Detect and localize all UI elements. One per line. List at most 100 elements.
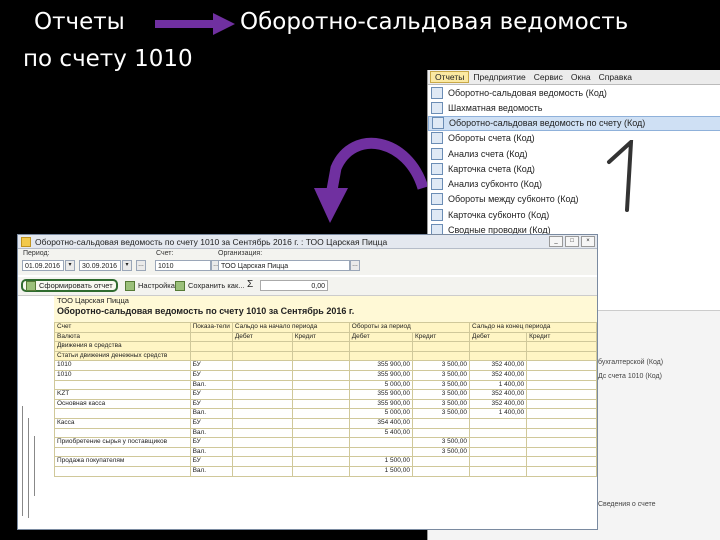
menu-item-subconto-analysis[interactable]: Анализ субконто (Код) — [428, 176, 720, 191]
amount-cell — [526, 369, 597, 381]
close-button[interactable]: × — [581, 236, 595, 247]
amount-cell: 352 400,00 — [469, 369, 528, 381]
menu-item-account-turnover[interactable]: Обороты счета (Код) — [428, 131, 720, 146]
amount-cell: 3 500,00 — [411, 408, 471, 419]
organization-field[interactable]: ТОО Царская Пицца — [218, 260, 350, 271]
table-row[interactable]: Вал. 5 000,00 3 500,00 1 400,00 — [54, 408, 597, 419]
indicator-cell: Вал. — [189, 427, 233, 439]
column-header-credit: Кредит — [411, 331, 471, 343]
period-select-button[interactable]: … — [136, 260, 146, 271]
report-icon — [431, 147, 443, 160]
table-row[interactable]: KZT БУ 355 900,00 3 500,00 352 400,00 — [54, 389, 597, 400]
column-header-closing: Сальдо на конец периода — [469, 322, 597, 333]
amount-cell: 3 500,00 — [411, 446, 471, 458]
table-row[interactable]: Вал. 5 000,00 3 500,00 1 400,00 — [54, 379, 597, 391]
menu-item-label: Анализ субконто (Код) — [448, 179, 542, 190]
table-row[interactable]: Вал. 1 500,00 — [54, 465, 597, 477]
table-row[interactable]: Приобретение сырья у поставщиков БУ 3 500,… — [54, 437, 597, 448]
menu-item-account-card[interactable]: Карточка счета (Код) — [428, 161, 720, 176]
table-row[interactable]: Касса БУ 354 400,00 — [54, 417, 597, 429]
calendar-button[interactable]: ▾ — [65, 260, 75, 271]
menu-tab-windows[interactable]: Окна — [567, 72, 595, 82]
slide-title-account: по счету 1010 — [23, 46, 193, 72]
table-row[interactable]: Основная касса БУ 355 900,00 3 500,00 352 40… — [54, 398, 597, 410]
amount-cell — [526, 408, 597, 419]
organization-select-button[interactable]: … — [350, 260, 360, 271]
account-field[interactable]: 1010 — [155, 260, 211, 271]
menu-item-subconto-card[interactable]: Карточка субконто (Код) — [428, 207, 720, 222]
amount-cell — [231, 389, 293, 400]
amount-cell — [526, 379, 597, 391]
curved-arrow-icon — [314, 137, 429, 223]
report-parameters: Период: 01.09.2016 ▾ 30.09.2016 ▾ … Счет… — [18, 249, 597, 275]
amount-cell — [231, 398, 293, 410]
menu-item-balance-sheet[interactable]: Оборотно-сальдовая ведомость (Код) — [428, 85, 720, 100]
menu-tab-reports[interactable]: Отчеты — [430, 71, 470, 83]
menu-item-label: Оборотно-сальдовая ведомость по счету (К… — [449, 118, 646, 129]
account-cell: Основная касса — [54, 398, 191, 410]
indicator-cell: БУ — [189, 398, 233, 410]
amount-cell — [231, 379, 293, 391]
amount-cell: 5 400,00 — [348, 427, 413, 439]
amount-cell — [291, 360, 350, 371]
amount-cell — [348, 446, 413, 458]
maximize-button[interactable]: □ — [565, 236, 579, 247]
slide-title-report-name: Оборотно-сальдовая ведомость — [240, 9, 629, 35]
column-header-opening: Сальдо на начало периода — [231, 322, 350, 333]
account-cell: Продажа покупателям — [54, 456, 191, 467]
column-header-debit: Дебет — [469, 331, 528, 343]
group-line — [28, 418, 29, 518]
amount-cell — [526, 417, 597, 429]
account-cell — [54, 379, 191, 391]
minimize-button[interactable]: _ — [549, 236, 563, 247]
amount-cell — [469, 465, 528, 477]
amount-cell: 3 500,00 — [411, 379, 471, 391]
menu-item-subconto-turnover[interactable]: Обороты между субконто (Код) — [428, 192, 720, 207]
save-as-button[interactable]: Сохранить как... — [172, 279, 248, 292]
report-rows: 1010 БУ 355 900,00 3 500,00 352 400,00 1010 БУ… — [54, 360, 597, 477]
indicator-cell: БУ — [189, 456, 233, 467]
menu-item-label: Карточка субконто (Код) — [448, 209, 550, 220]
row-label: Статьи движения денежных средств — [54, 350, 191, 362]
menu-tab-service[interactable]: Сервис — [530, 72, 567, 82]
organization-name: ТОО Царская Пицца — [57, 296, 129, 305]
amount-cell — [231, 408, 293, 419]
table-row[interactable]: Вал. 3 500,00 — [54, 446, 597, 458]
report-icon — [431, 86, 443, 99]
amount-cell — [231, 437, 293, 448]
period-from-field[interactable]: 01.09.2016 — [22, 260, 64, 271]
amount-cell — [469, 427, 528, 439]
side-text: бухгалтерской (Код) — [598, 359, 664, 366]
column-header-debit: Дебет — [348, 331, 413, 343]
report-icon — [432, 117, 444, 130]
amount-cell — [291, 408, 350, 419]
table-header-row: Статьи движения денежных средств — [54, 350, 597, 362]
menu-item-account-analysis[interactable]: Анализ счета (Код) — [428, 146, 720, 161]
table-row[interactable]: Вал. 5 400,00 — [54, 427, 597, 439]
indicator-cell: БУ — [189, 360, 233, 371]
right-arrow-icon — [155, 13, 235, 35]
report-table: Счет Показа-тели Сальдо на начало период… — [54, 322, 597, 477]
annotation-number-one — [607, 140, 634, 212]
side-text: Сведения о счете — [598, 501, 656, 508]
amount-cell — [411, 456, 471, 467]
report-body: ТОО Царская Пицца Оборотно-сальдовая вед… — [18, 296, 597, 529]
amount-cell — [348, 437, 413, 448]
menu-tab-enterprise[interactable]: Предприятие — [469, 72, 529, 82]
menu-tab-help[interactable]: Справка — [595, 72, 636, 82]
amount-cell — [231, 369, 293, 381]
amount-cell — [291, 379, 350, 391]
indicator-cell: Вал. — [189, 408, 233, 419]
calendar-button[interactable]: ▾ — [122, 260, 132, 271]
amount-cell — [291, 465, 350, 477]
period-to-field[interactable]: 30.09.2016 — [79, 260, 121, 271]
menu-item-balance-by-account[interactable]: Оборотно-сальдовая ведомость по счету (К… — [428, 115, 720, 131]
generate-report-button[interactable]: Сформировать отчет — [21, 279, 118, 292]
table-row[interactable]: 1010 БУ 355 900,00 3 500,00 352 400,00 — [54, 369, 597, 381]
menu-item-chess-sheet[interactable]: Шахматная ведомость — [428, 100, 720, 115]
account-cell: Касса — [54, 417, 191, 429]
table-row[interactable]: Продажа покупателям БУ 1 500,00 — [54, 456, 597, 467]
amount-cell — [411, 427, 471, 439]
amount-cell — [411, 465, 471, 477]
table-row[interactable]: 1010 БУ 355 900,00 3 500,00 352 400,00 — [54, 360, 597, 371]
